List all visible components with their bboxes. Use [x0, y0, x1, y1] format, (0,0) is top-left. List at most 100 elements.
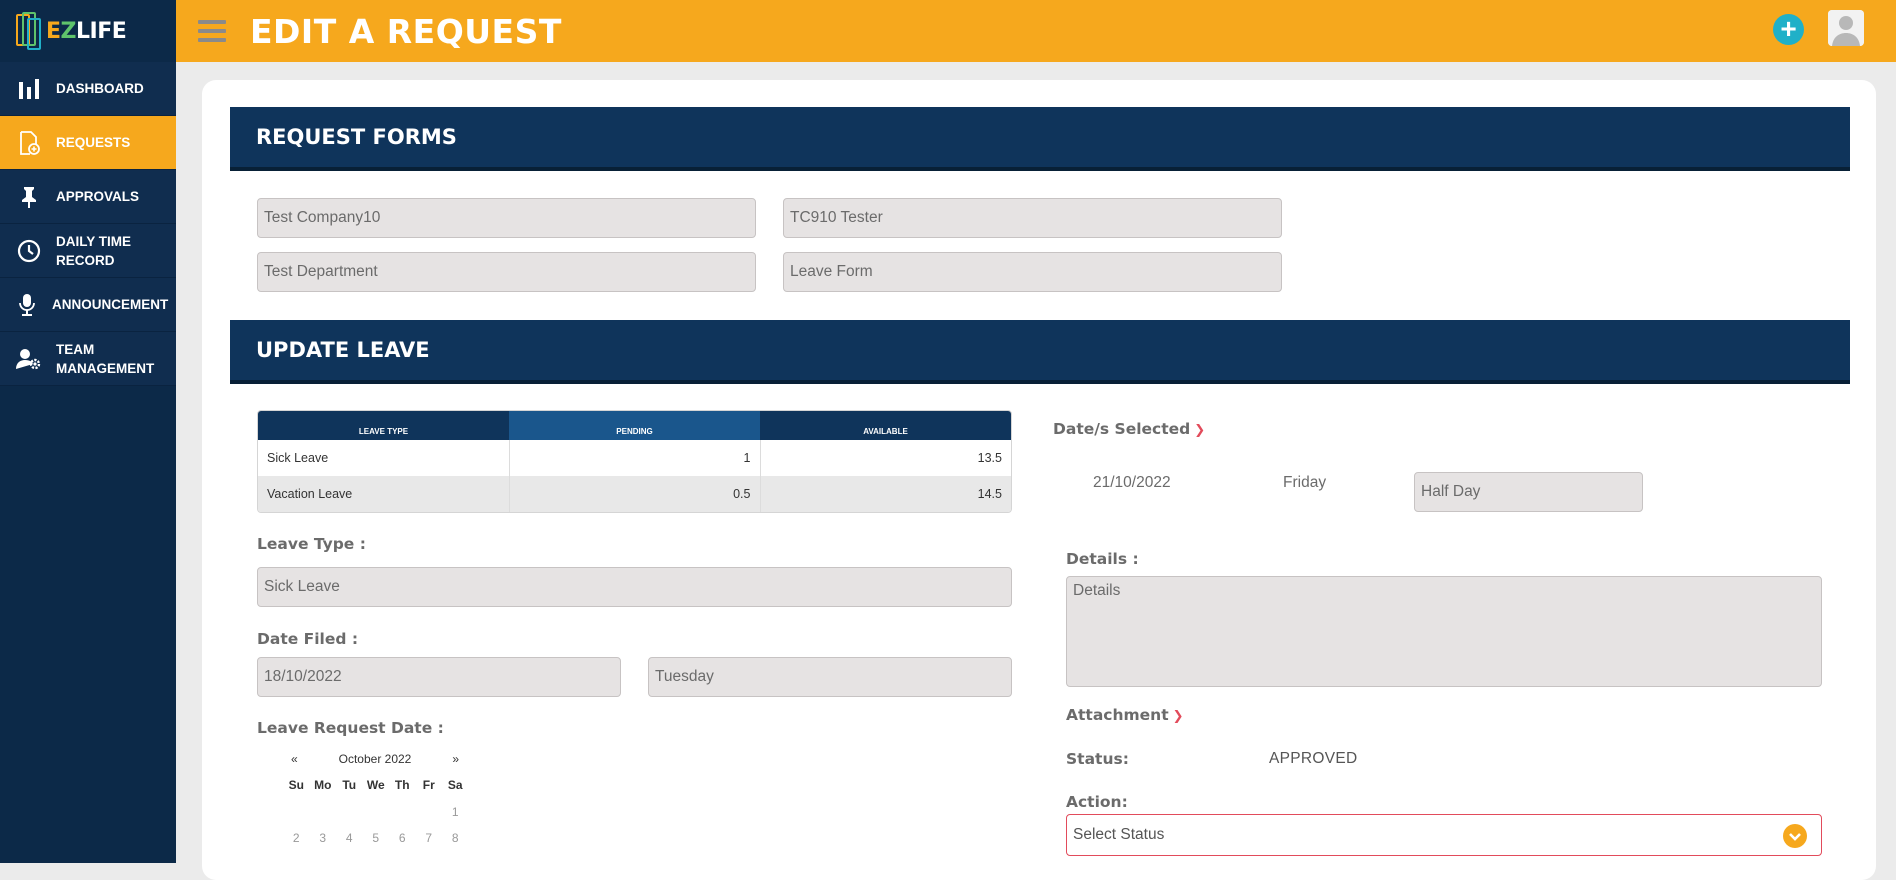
calendar-dow: Mo: [314, 778, 332, 793]
clock-icon: [16, 238, 42, 264]
attachment-label: Attachment: [1066, 706, 1169, 724]
details-textarea[interactable]: Details: [1066, 576, 1822, 687]
calendar-dow: Tu: [342, 778, 357, 793]
calendar-dow: We: [366, 778, 385, 793]
calendar-day[interactable]: [416, 799, 443, 826]
pending-cell: 0.5: [509, 476, 761, 512]
calendar-day[interactable]: 7: [416, 825, 443, 852]
table-header-available: AVAILABLE: [760, 411, 1011, 440]
leave-type-cell: Vacation Leave: [258, 476, 510, 512]
leave-type-field[interactable]: Sick Leave: [257, 567, 1012, 607]
calendar-day[interactable]: 1: [442, 799, 469, 826]
selected-date: 21/10/2022: [1093, 474, 1171, 491]
sidebar-item-approvals[interactable]: APPROVALS: [0, 170, 176, 224]
date-filed-label: Date Filed :: [257, 630, 359, 648]
table-header-leave-type: LEAVE TYPE: [258, 411, 509, 440]
logo-letter-e: E: [46, 18, 61, 44]
top-bar: EDIT A REQUEST +: [176, 0, 1896, 62]
leave-balance-table: LEAVE TYPE PENDING AVAILABLE Sick Leave …: [257, 410, 1012, 513]
user-gear-icon: [16, 346, 42, 372]
calendar-day[interactable]: [389, 799, 416, 826]
dates-selected-toggle[interactable]: Date/s Selected ❯: [1053, 420, 1205, 438]
sidebar-item-daily-time-record[interactable]: DAILY TIME RECORD: [0, 224, 176, 278]
table-row: Sick Leave 1 13.5: [258, 440, 1011, 476]
chevron-down-icon: ❯: [1194, 423, 1206, 438]
leave-type-label: Leave Type :: [257, 535, 366, 553]
request-forms-header: REQUEST FORMS: [230, 107, 1850, 171]
action-status-select[interactable]: Select Status: [1066, 814, 1822, 856]
dates-selected-label: Date/s Selected: [1053, 420, 1191, 438]
calendar-dow: Su: [288, 778, 304, 793]
calendar-day[interactable]: [310, 799, 337, 826]
document-add-icon: [16, 130, 42, 156]
logo-letter-z: Z: [60, 18, 77, 44]
update-leave-header: UPDATE LEAVE: [230, 320, 1850, 384]
sidebar-item-label: TEAM MANAGEMENT: [56, 340, 154, 378]
leave-request-date-label: Leave Request Date :: [257, 719, 444, 737]
calendar-day[interactable]: 4: [336, 825, 363, 852]
calendar-dow: Th: [394, 778, 410, 793]
app-logo[interactable]: EZLIFE: [0, 0, 176, 62]
attachment-toggle[interactable]: Attachment ❯: [1066, 706, 1184, 724]
calendar: « October 2022 » Su Mo Tu We Th Fr Sa 1 …: [283, 746, 463, 852]
sidebar-item-label: DAILY TIME RECORD: [56, 232, 131, 270]
avatar[interactable]: [1828, 10, 1864, 46]
calendar-dow: Sa: [447, 778, 463, 793]
chevron-down-icon[interactable]: [1783, 824, 1807, 848]
pin-icon: [16, 184, 42, 210]
selected-day: Friday: [1283, 474, 1327, 491]
available-cell: 14.5: [760, 476, 1011, 512]
status-label: Status:: [1066, 750, 1129, 768]
sidebar-item-requests[interactable]: REQUESTS: [0, 116, 176, 170]
bar-chart-icon: [16, 76, 42, 102]
employee-field[interactable]: TC910 Tester: [783, 198, 1282, 238]
calendar-next-button[interactable]: »: [452, 752, 459, 766]
calendar-day[interactable]: 3: [310, 825, 337, 852]
sidebar-item-label: ANNOUNCEMENT: [52, 297, 169, 312]
table-row: Vacation Leave 0.5 14.5: [258, 476, 1011, 512]
sidebar-item-label: APPROVALS: [56, 189, 140, 204]
sidebar-item-label-line2: RECORD: [56, 252, 115, 268]
action-select-value: Select Status: [1073, 826, 1165, 843]
details-label: Details :: [1066, 550, 1139, 568]
date-filed-day-field[interactable]: Tuesday: [648, 657, 1012, 697]
calendar-day[interactable]: [336, 799, 363, 826]
sidebar-item-label: DASHBOARD: [56, 81, 144, 96]
calendar-day[interactable]: 2: [283, 825, 310, 852]
hamburger-menu-icon[interactable]: [198, 15, 226, 47]
calendar-day[interactable]: [283, 799, 310, 826]
chevron-down-icon: ❯: [1172, 709, 1184, 724]
action-label: Action:: [1066, 793, 1128, 811]
date-filed-field[interactable]: 18/10/2022: [257, 657, 621, 697]
form-type-field[interactable]: Leave Form: [783, 252, 1282, 292]
sidebar-item-announcement[interactable]: ANNOUNCEMENT: [0, 278, 176, 332]
calendar-day[interactable]: 5: [363, 825, 390, 852]
available-cell: 13.5: [977, 451, 1002, 465]
sidebar-item-dashboard[interactable]: DASHBOARD: [0, 62, 176, 116]
company-field[interactable]: Test Company10: [257, 198, 756, 238]
microphone-icon: [14, 292, 40, 318]
add-button[interactable]: +: [1773, 14, 1804, 45]
calendar-dow: Fr: [422, 778, 435, 793]
leave-type-cell: Sick Leave: [258, 440, 510, 476]
sidebar-item-label-line2: MANAGEMENT: [56, 360, 155, 376]
sidebar: EZLIFE DASHBOARD REQUESTS APPROVALS DAIL…: [0, 0, 176, 863]
sidebar-item-team-management[interactable]: TEAM MANAGEMENT: [0, 332, 176, 386]
department-field[interactable]: Test Department: [257, 252, 756, 292]
duration-field[interactable]: Half Day: [1414, 472, 1643, 512]
sidebar-item-label-line1: TEAM: [56, 341, 95, 357]
table-header-pending: PENDING: [509, 411, 760, 440]
sidebar-item-label: REQUESTS: [56, 135, 131, 150]
page-title: EDIT A REQUEST: [250, 11, 562, 51]
logo-letters-life: LIFE: [75, 18, 127, 44]
calendar-prev-button[interactable]: «: [291, 752, 298, 766]
calendar-month-label[interactable]: October 2022: [339, 752, 412, 766]
calendar-day[interactable]: 6: [389, 825, 416, 852]
pending-cell: 1: [509, 440, 761, 476]
sidebar-item-label-line1: DAILY TIME: [56, 233, 132, 249]
logo-text: EZLIFE: [46, 18, 127, 44]
logo-icon: [14, 10, 44, 52]
calendar-day[interactable]: [363, 799, 390, 826]
calendar-day[interactable]: 8: [442, 825, 469, 852]
status-value: APPROVED: [1269, 750, 1358, 767]
